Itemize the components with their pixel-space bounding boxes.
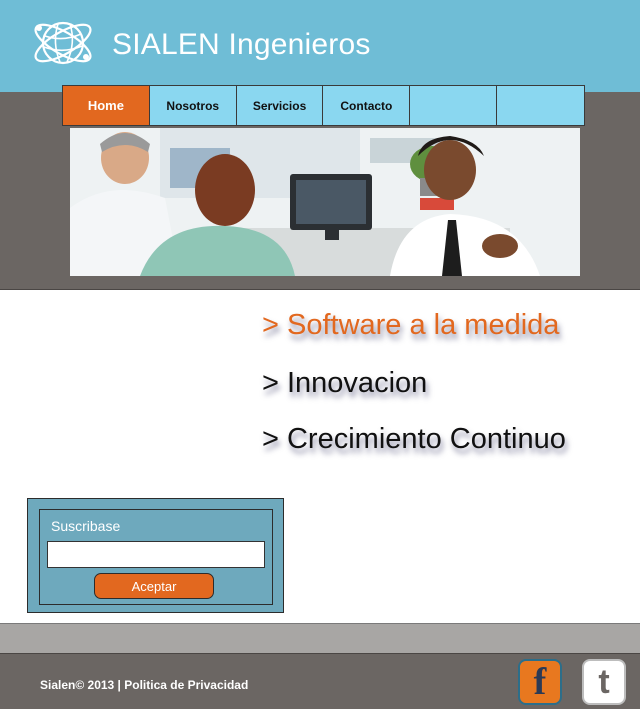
atom-globe-logo-icon[interactable] [30,12,96,74]
nav-item-empty-1[interactable] [410,86,498,125]
subscribe-form: Suscribase Aceptar [39,509,273,605]
main-nav: Home Nosotros Servicios Contacto [62,85,585,126]
tagline-software: > Software a la medida [262,309,560,341]
subscribe-panel: Suscribase Aceptar [27,498,284,613]
nav-item-servicios[interactable]: Servicios [237,86,324,125]
subscribe-email-input[interactable] [47,541,265,568]
nav-item-home[interactable]: Home [63,86,150,125]
facebook-icon[interactable]: f [518,659,562,705]
hero-image [70,128,580,276]
accept-button[interactable]: Aceptar [94,573,214,599]
copyright-text[interactable]: Sialen© 2013 | Politica de Privacidad [40,678,248,692]
tagline-crecimiento: > Crecimiento Continuo [262,423,566,455]
subscribe-label: Suscribase [51,518,121,534]
tagline-innovacion: > Innovacion [262,367,428,399]
site-footer: Sialen© 2013 | Politica de Privacidad f … [0,653,640,709]
nav-item-contacto[interactable]: Contacto [323,86,411,125]
office-meeting-illustration [70,128,580,276]
nav-item-nosotros[interactable]: Nosotros [150,86,237,125]
twitter-icon[interactable]: t [582,659,626,705]
footer-divider [0,623,640,653]
site-title: SIALEN Ingenieros [112,28,371,61]
site-header: SIALEN Ingenieros [0,0,640,92]
nav-item-empty-2[interactable] [497,86,584,125]
